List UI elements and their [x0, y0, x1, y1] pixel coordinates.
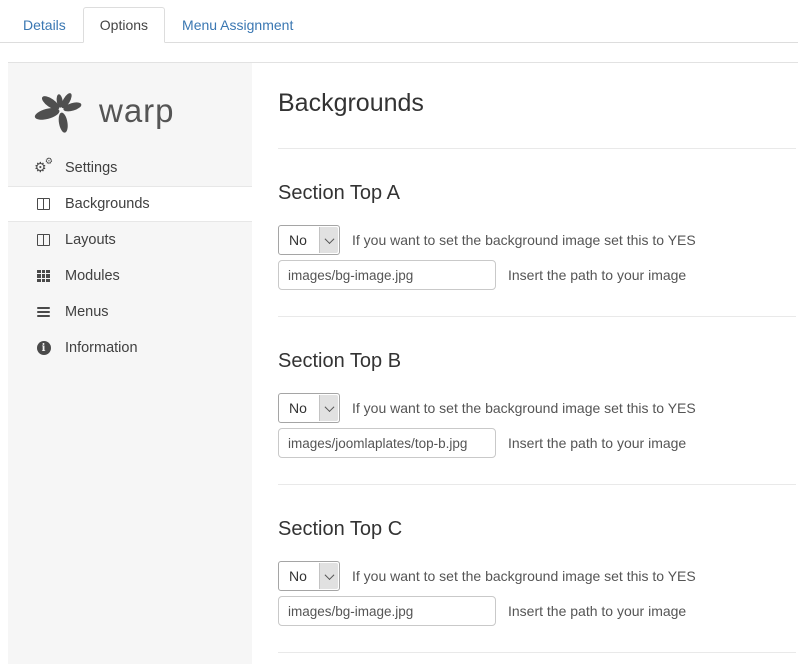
- cogs-icon: ⚙ ⚙: [35, 160, 52, 176]
- image-path-row: Insert the path to your image: [278, 260, 796, 290]
- input-help-text: Insert the path to your image: [508, 435, 686, 451]
- sidebar-item-label: Menus: [65, 304, 109, 320]
- background-toggle-select[interactable]: No: [278, 393, 340, 423]
- divider: [278, 652, 796, 653]
- tab-details[interactable]: Details: [6, 7, 83, 43]
- main-content: Backgrounds Section Top A No If you want…: [252, 63, 798, 664]
- sidebar-item-label: Backgrounds: [65, 196, 150, 212]
- sidebar-item-label: Settings: [65, 160, 117, 176]
- chevron-down-icon: [319, 227, 338, 253]
- image-path-row: Insert the path to your image: [278, 428, 796, 458]
- select-help-text: If you want to set the background image …: [352, 232, 696, 248]
- info-circle-icon: i: [35, 341, 52, 355]
- sidebar-item-settings[interactable]: ⚙ ⚙ Settings: [8, 150, 252, 186]
- image-path-input[interactable]: [278, 428, 496, 458]
- section-title: Section Top B: [278, 349, 796, 373]
- image-path-row: Insert the path to your image: [278, 596, 796, 626]
- section-title: Section Top A: [278, 181, 796, 205]
- background-toggle-select[interactable]: No: [278, 225, 340, 255]
- section-top-b: Section Top B No If you want to set the …: [278, 349, 796, 458]
- grid-icon: [35, 270, 52, 282]
- divider: [278, 148, 796, 149]
- section-top-c: Section Top C No If you want to set the …: [278, 517, 796, 626]
- columns-icon: [35, 234, 52, 246]
- sidebar-item-label: Information: [65, 340, 138, 356]
- sidebar-item-label: Modules: [65, 268, 120, 284]
- columns-icon: [35, 198, 52, 210]
- divider: [278, 316, 796, 317]
- sidebar-item-menus[interactable]: Menus: [8, 294, 252, 330]
- divider: [278, 484, 796, 485]
- menu-lines-icon: [35, 307, 52, 317]
- sidebar-item-label: Layouts: [65, 232, 116, 248]
- sidebar: warp ⚙ ⚙ Settings Backgrounds: [8, 63, 252, 664]
- background-toggle-row: No If you want to set the background ima…: [278, 225, 796, 255]
- image-path-input[interactable]: [278, 596, 496, 626]
- input-help-text: Insert the path to your image: [508, 603, 686, 619]
- background-toggle-row: No If you want to set the background ima…: [278, 561, 796, 591]
- sidebar-item-information[interactable]: i Information: [8, 330, 252, 366]
- tab-menu-assignment[interactable]: Menu Assignment: [165, 7, 310, 43]
- sidebar-item-backgrounds[interactable]: Backgrounds: [8, 186, 252, 222]
- sidebar-item-layouts[interactable]: Layouts: [8, 222, 252, 258]
- chevron-down-icon: [319, 563, 338, 589]
- tab-options[interactable]: Options: [83, 7, 165, 43]
- select-help-text: If you want to set the background image …: [352, 400, 696, 416]
- options-panel: warp ⚙ ⚙ Settings Backgrounds: [8, 62, 798, 664]
- background-toggle-select[interactable]: No: [278, 561, 340, 591]
- warp-logo: warp: [8, 63, 252, 136]
- sidebar-nav: ⚙ ⚙ Settings Backgrounds Layouts: [8, 150, 252, 366]
- input-help-text: Insert the path to your image: [508, 267, 686, 283]
- logo-text: warp: [99, 92, 175, 130]
- image-path-input[interactable]: [278, 260, 496, 290]
- tab-bar: Details Options Menu Assignment: [0, 0, 798, 43]
- background-toggle-row: No If you want to set the background ima…: [278, 393, 796, 423]
- select-value: No: [279, 232, 307, 248]
- page-title: Backgrounds: [278, 89, 796, 118]
- section-top-a: Section Top A No If you want to set the …: [278, 181, 796, 290]
- chevron-down-icon: [319, 395, 338, 421]
- section-title: Section Top C: [278, 517, 796, 541]
- select-value: No: [279, 400, 307, 416]
- sidebar-item-modules[interactable]: Modules: [8, 258, 252, 294]
- select-value: No: [279, 568, 307, 584]
- warp-leaf-icon: [34, 86, 88, 136]
- select-help-text: If you want to set the background image …: [352, 568, 696, 584]
